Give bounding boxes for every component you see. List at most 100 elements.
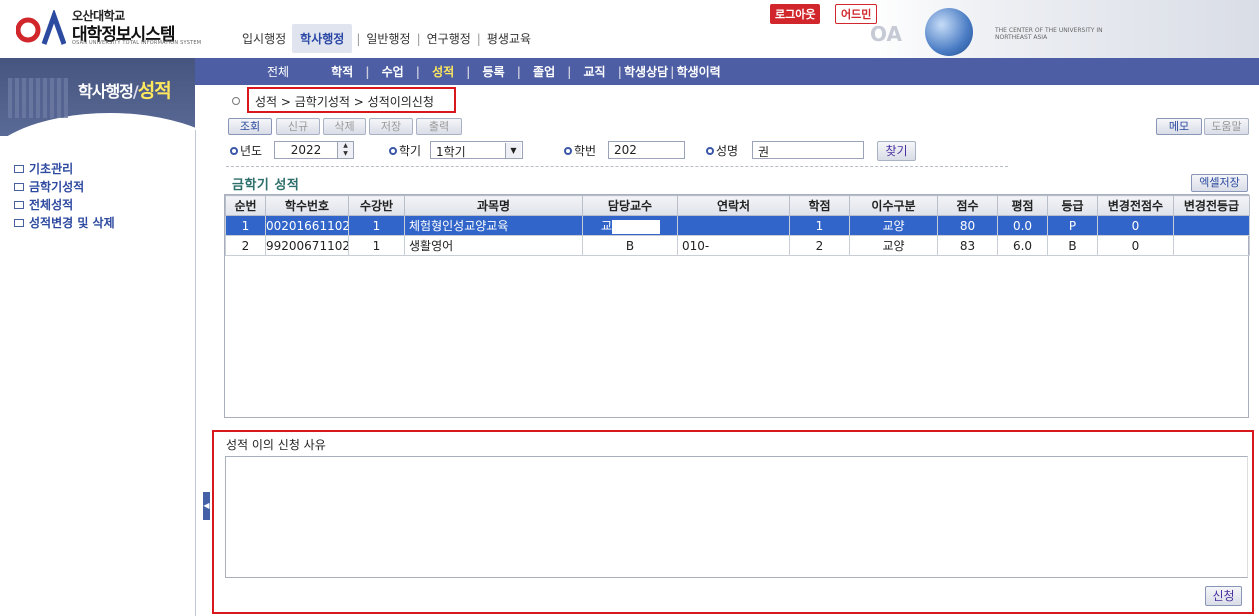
grid-header-row: 순번 학수번호 수강반 과목명 담당교수 연락처 학점 이수구분 점수 평점 등… [225, 195, 1250, 216]
banner-slogan: THE CENTER OF THE UNIVERSITY IN NORTHEAS… [995, 27, 1103, 41]
nav-separator: | [356, 31, 361, 46]
name-input[interactable]: 권 [752, 141, 864, 159]
col-header[interactable]: 수강반 [348, 195, 405, 216]
col-header[interactable]: 점수 [937, 195, 998, 216]
nav-academic[interactable]: 학사행정 [292, 24, 353, 53]
bullet-icon [230, 146, 238, 155]
table-cell: B [1047, 235, 1098, 256]
col-header[interactable]: 등급 [1047, 195, 1098, 216]
left-title-sub: 성적 [137, 80, 172, 102]
nav-lifelong[interactable]: 평생교육 [483, 30, 535, 47]
table-cell: 교양 [849, 215, 938, 236]
excel-save-button[interactable]: 엑셀저장 [1191, 174, 1248, 192]
folder-icon [14, 219, 24, 227]
table-cell: 002016611020 [265, 215, 349, 236]
table-cell: 992006711020 [265, 235, 349, 256]
admin-button[interactable]: 어드민 [835, 4, 878, 24]
bullet-icon [389, 146, 397, 155]
col-header[interactable]: 연락처 [677, 195, 790, 216]
grades-grid: 순번 학수번호 수강반 과목명 담당교수 연락처 학점 이수구분 점수 평점 등… [224, 194, 1250, 418]
chevron-down-icon[interactable]: ▼ [505, 143, 521, 158]
subnav-graduation[interactable]: 졸업 [521, 63, 567, 80]
sub-navigation: 전체 학적 | 수업 | 성적 | 등록 | 졸업 | 교직 | 학생상담 | … [195, 58, 1259, 85]
student-no-input[interactable]: 202 [608, 141, 685, 159]
collapse-panel-icon[interactable]: ◀ [203, 492, 210, 520]
subnav-counseling[interactable]: 학생상담 [622, 63, 670, 80]
student-no-label: 학번 [564, 142, 596, 159]
query-button[interactable]: 조회 [228, 118, 272, 135]
subnav-classes[interactable]: 수업 [370, 63, 416, 80]
side-menu-item-basic[interactable]: 기초관리 [14, 160, 115, 178]
bullet-icon [706, 146, 714, 155]
left-title-main: 학사행정 [78, 82, 134, 101]
globe-icon [925, 8, 973, 56]
col-header[interactable]: 순번 [225, 195, 266, 216]
logo-text-english: OSAN UNIVERSITY TOTAL INFORMATION SYSTEM [72, 40, 202, 46]
search-divider [226, 166, 1008, 167]
col-header[interactable]: 학수번호 [265, 195, 349, 216]
col-header[interactable]: 이수구분 [849, 195, 938, 216]
folder-icon [14, 165, 24, 173]
side-menu-item-change-delete[interactable]: 성적변경 및 삭제 [14, 214, 115, 232]
table-row[interactable]: 2 992006711020 1 생활영어 B 010- 2 교양 83 6.0… [225, 235, 1250, 256]
subnav-all[interactable]: 전체 [195, 63, 319, 80]
help-button[interactable]: 도움말 [1204, 118, 1249, 135]
reason-label: 성적 이의 신청 사유 [226, 438, 326, 452]
save-button[interactable]: 저장 [369, 118, 413, 135]
col-header[interactable]: 담당교수 [582, 195, 678, 216]
find-button[interactable]: 찾기 [877, 141, 916, 161]
university-logo-icon[interactable] [16, 10, 66, 46]
table-cell: 교양 [849, 235, 938, 256]
print-button[interactable]: 출력 [416, 118, 462, 135]
building-image [8, 78, 68, 118]
subnav-records[interactable]: 학적 [319, 63, 365, 80]
subnav-grades[interactable]: 성적 [420, 63, 466, 80]
delete-button[interactable]: 삭제 [323, 118, 366, 135]
col-header[interactable]: 학점 [789, 195, 850, 216]
apply-button[interactable]: 신청 [1205, 586, 1242, 606]
memo-button[interactable]: 메모 [1156, 118, 1202, 135]
reason-textarea[interactable] [225, 456, 1248, 578]
semester-label: 학기 [389, 142, 421, 159]
bullet-icon [564, 146, 572, 155]
folder-icon [14, 183, 24, 191]
subnav-teaching[interactable]: 교직 [572, 63, 618, 80]
table-cell: B [582, 235, 678, 256]
table-cell [677, 215, 790, 236]
table-cell: 0 [1097, 215, 1174, 236]
col-header[interactable]: 변경전점수 [1097, 195, 1174, 216]
left-panel-title: 학사행정/성적 [78, 80, 172, 102]
subnav-history[interactable]: 학생이력 [675, 63, 723, 80]
nav-research[interactable]: 연구행정 [423, 30, 475, 47]
grid-title: 금학기 성적 [232, 178, 300, 193]
table-cell: 1 [789, 215, 850, 236]
col-header[interactable]: 변경전등급 [1173, 195, 1250, 216]
nav-admission[interactable]: 입시행정 [238, 30, 290, 47]
year-spinner-icon[interactable]: ▲ ▼ [337, 141, 354, 159]
table-cell: 2 [225, 235, 266, 256]
side-menu-item-current-grades[interactable]: 금학기성적 [14, 178, 115, 196]
table-cell: 체험형인성교양교육 [404, 215, 583, 236]
nav-general[interactable]: 일반행정 [362, 30, 414, 47]
year-label: 년도 [230, 142, 262, 159]
table-cell: 교 [582, 215, 678, 236]
col-header[interactable]: 과목명 [404, 195, 583, 216]
year-input[interactable]: 2022 [274, 141, 338, 159]
table-cell: 6.0 [997, 235, 1048, 256]
banner-logo-icon: OA [870, 22, 902, 46]
table-cell: 2 [789, 235, 850, 256]
top-navigation: 입시행정 학사행정 | 일반행정 | 연구행정 | 평생교육 [238, 24, 535, 53]
subnav-registration[interactable]: 등록 [471, 63, 517, 80]
table-cell [1173, 215, 1250, 236]
new-button[interactable]: 신규 [276, 118, 320, 135]
table-cell: 0 [1097, 235, 1174, 256]
breadcrumb: 성적 > 금학기성적 > 성적이의신청 [247, 87, 456, 113]
col-header[interactable]: 평점 [997, 195, 1048, 216]
folder-icon [14, 201, 24, 209]
side-menu: 기초관리 금학기성적 전체성적 성적변경 및 삭제 [14, 160, 115, 232]
table-row[interactable]: 1 002016611020 1 체험형인성교양교육 교 1 교양 80 0.0… [225, 215, 1250, 236]
table-cell: 83 [937, 235, 998, 256]
logout-button[interactable]: 로그아웃 [770, 4, 821, 24]
table-cell: 1 [348, 235, 405, 256]
side-menu-item-all-grades[interactable]: 전체성적 [14, 196, 115, 214]
